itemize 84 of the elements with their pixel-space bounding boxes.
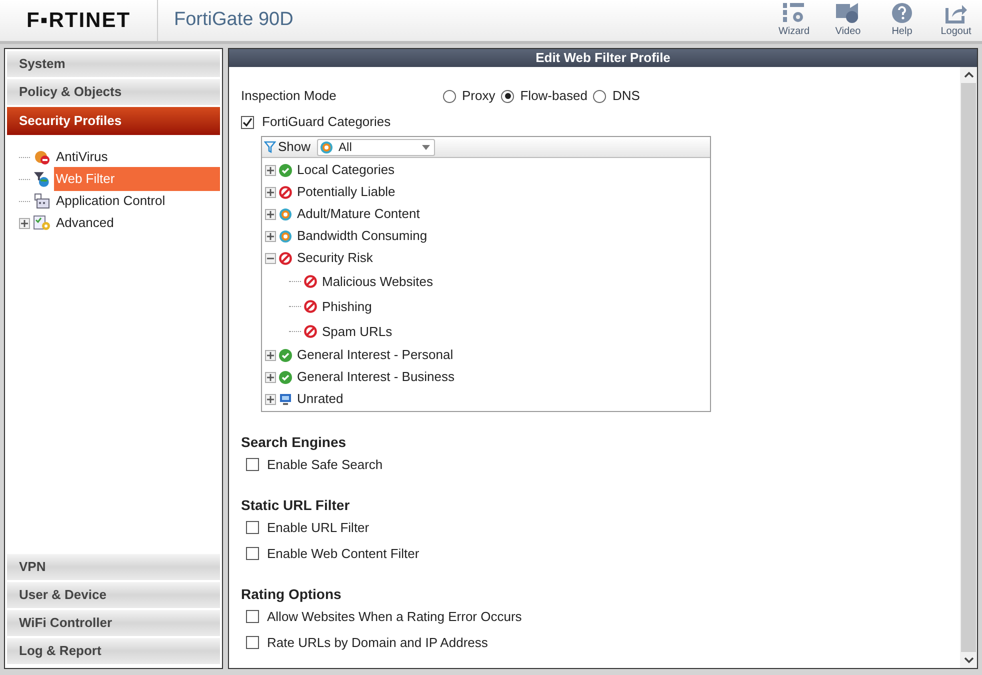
checkbox[interactable] bbox=[246, 458, 259, 471]
radio-label: DNS bbox=[612, 87, 640, 106]
panel-title: Edit Web Filter Profile bbox=[229, 49, 977, 67]
check-icon bbox=[279, 370, 292, 384]
tree-item[interactable]: Potentially Liable bbox=[297, 182, 396, 202]
settings-document-icon bbox=[33, 215, 51, 231]
checkbox-label: Enable Web Content Filter bbox=[267, 544, 420, 563]
application-icon bbox=[33, 193, 51, 209]
tree-item[interactable]: General Interest - Business bbox=[297, 367, 455, 387]
checkbox-label: Enable URL Filter bbox=[267, 518, 370, 537]
check-icon bbox=[279, 164, 292, 176]
check-icon bbox=[279, 348, 292, 362]
computer-icon bbox=[279, 392, 292, 406]
checkbox-label: FortiGuard Categories bbox=[262, 113, 391, 132]
radio-label: Flow-based bbox=[520, 87, 588, 106]
expand-icon[interactable] bbox=[19, 218, 30, 228]
checkbox-label: Rate URLs by Domain and IP Address bbox=[267, 634, 488, 652]
caret-icon bbox=[422, 144, 430, 150]
sidebar-item[interactable]: Advanced bbox=[54, 211, 116, 235]
nav-section[interactable]: Policy & Objects bbox=[7, 79, 220, 105]
block-icon bbox=[304, 275, 317, 288]
device-title: FortiGate 90D bbox=[174, 8, 294, 32]
filter-dropdown[interactable]: All bbox=[316, 138, 435, 156]
checkbox[interactable] bbox=[246, 610, 259, 623]
filter-icon bbox=[264, 141, 276, 153]
block-icon bbox=[304, 325, 317, 338]
checkbox[interactable] bbox=[241, 116, 254, 128]
expand-icon[interactable] bbox=[265, 372, 276, 382]
tree-item[interactable]: Security Risk bbox=[297, 248, 373, 268]
checkbox[interactable] bbox=[246, 547, 259, 560]
nav-section[interactable]: User & Device bbox=[7, 582, 220, 608]
logout-icon bbox=[944, 2, 968, 24]
nav-section[interactable]: System bbox=[7, 51, 220, 77]
checkbox[interactable] bbox=[246, 521, 259, 534]
expand-icon[interactable] bbox=[265, 230, 276, 242]
video-help-icon bbox=[835, 2, 861, 24]
expand-icon[interactable] bbox=[265, 350, 276, 360]
collapse-icon[interactable] bbox=[265, 252, 276, 264]
radio-button[interactable] bbox=[501, 90, 514, 102]
toolbar-button[interactable]: Logout bbox=[936, 2, 976, 39]
checkbox[interactable] bbox=[246, 636, 259, 649]
tree-item[interactable]: Unrated bbox=[297, 389, 344, 409]
checkbox-label: Enable Safe Search bbox=[267, 456, 383, 474]
filter-label: Show bbox=[278, 138, 311, 156]
tree-item[interactable]: General Interest - Personal bbox=[297, 345, 454, 365]
nav-section[interactable]: Security Profiles bbox=[7, 107, 220, 135]
field-label: Inspection Mode bbox=[241, 87, 338, 106]
radio-button[interactable] bbox=[593, 90, 606, 102]
nav-section[interactable]: Log & Report bbox=[7, 638, 220, 664]
toolbar-button[interactable]: Video bbox=[828, 2, 868, 39]
block-icon bbox=[279, 186, 292, 198]
section-heading: Search Engines bbox=[241, 433, 348, 449]
toolbar-button[interactable]: Help bbox=[882, 2, 922, 39]
filter-globe-icon bbox=[32, 171, 51, 187]
radio-button[interactable] bbox=[443, 90, 456, 102]
tree-item[interactable]: Bandwidth Consuming bbox=[297, 226, 428, 246]
sidebar-item[interactable]: Application Control bbox=[54, 189, 168, 213]
tree-item[interactable]: Adult/Mature Content bbox=[297, 204, 420, 224]
monitor-icon bbox=[320, 140, 333, 154]
sidebar-item[interactable]: AntiVirus bbox=[54, 145, 110, 169]
logo: F▪RTINET bbox=[26, 8, 131, 34]
scroll-thumb[interactable] bbox=[961, 83, 976, 652]
tree-item[interactable]: Local Categories bbox=[297, 160, 395, 180]
expand-icon[interactable] bbox=[265, 186, 276, 198]
tree-item[interactable]: Phishing bbox=[322, 296, 372, 316]
block-icon bbox=[279, 252, 292, 264]
expand-icon[interactable] bbox=[265, 394, 276, 404]
monitor-icon bbox=[279, 208, 292, 220]
scrollbar[interactable] bbox=[960, 67, 977, 668]
expand-icon[interactable] bbox=[265, 164, 276, 176]
radio-label: Proxy bbox=[462, 87, 496, 106]
checkbox-label: Allow Websites When a Rating Error Occurs bbox=[267, 608, 522, 626]
tree-item[interactable]: Spam URLs bbox=[322, 322, 392, 342]
tree-item[interactable]: Malicious Websites bbox=[322, 272, 434, 292]
nav-section[interactable]: WiFi Controller bbox=[7, 610, 220, 636]
nav-section[interactable]: VPN bbox=[7, 554, 220, 580]
block-icon bbox=[304, 300, 317, 313]
toolbar-button[interactable]: Wizard bbox=[774, 2, 814, 39]
section-heading: Static URL Filter bbox=[241, 496, 351, 512]
wizard-icon bbox=[782, 2, 806, 24]
monitor-icon bbox=[279, 230, 292, 242]
section-heading: Rating Options bbox=[241, 585, 342, 601]
help-icon bbox=[891, 2, 913, 24]
expand-icon[interactable] bbox=[265, 208, 276, 220]
